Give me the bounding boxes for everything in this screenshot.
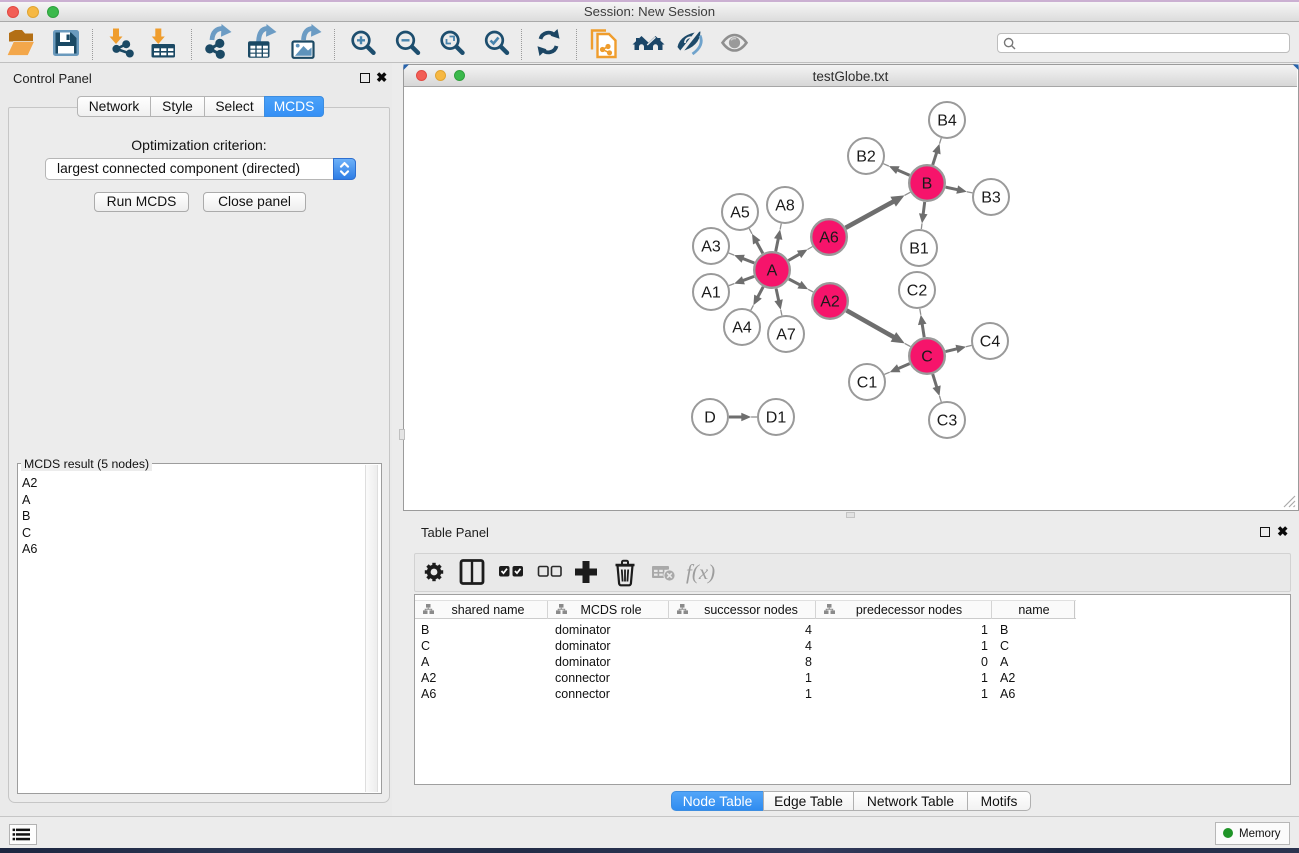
svg-text:A3: A3 — [701, 239, 721, 256]
svg-text:MCDS role: MCDS role — [580, 603, 641, 617]
svg-text:predecessor nodes: predecessor nodes — [856, 603, 962, 617]
svg-text:B: B — [922, 176, 933, 193]
svg-text:D: D — [704, 410, 716, 427]
svg-text:C3: C3 — [937, 413, 958, 430]
svg-text:A: A — [767, 263, 778, 280]
svg-text:D1: D1 — [766, 410, 787, 427]
svg-text:B2: B2 — [856, 149, 876, 166]
svg-text:A8: A8 — [775, 198, 795, 215]
svg-text:name: name — [1018, 603, 1049, 617]
svg-text:A4: A4 — [732, 320, 752, 337]
svg-text:C4: C4 — [980, 334, 1001, 351]
svg-text:shared name: shared name — [452, 603, 525, 617]
svg-text:B3: B3 — [981, 190, 1001, 207]
svg-text:A6: A6 — [819, 230, 839, 247]
svg-text:A5: A5 — [730, 205, 750, 222]
svg-text:successor nodes: successor nodes — [704, 603, 798, 617]
svg-text:A2: A2 — [820, 294, 840, 311]
svg-text:B4: B4 — [937, 113, 957, 130]
svg-text:A1: A1 — [701, 285, 721, 302]
svg-text:C2: C2 — [907, 283, 928, 300]
svg-text:B1: B1 — [909, 241, 929, 258]
svg-text:A7: A7 — [776, 327, 796, 344]
svg-text:C: C — [921, 349, 933, 366]
svg-text:C1: C1 — [857, 375, 878, 392]
svg-text:f(x): f(x) — [686, 560, 715, 584]
